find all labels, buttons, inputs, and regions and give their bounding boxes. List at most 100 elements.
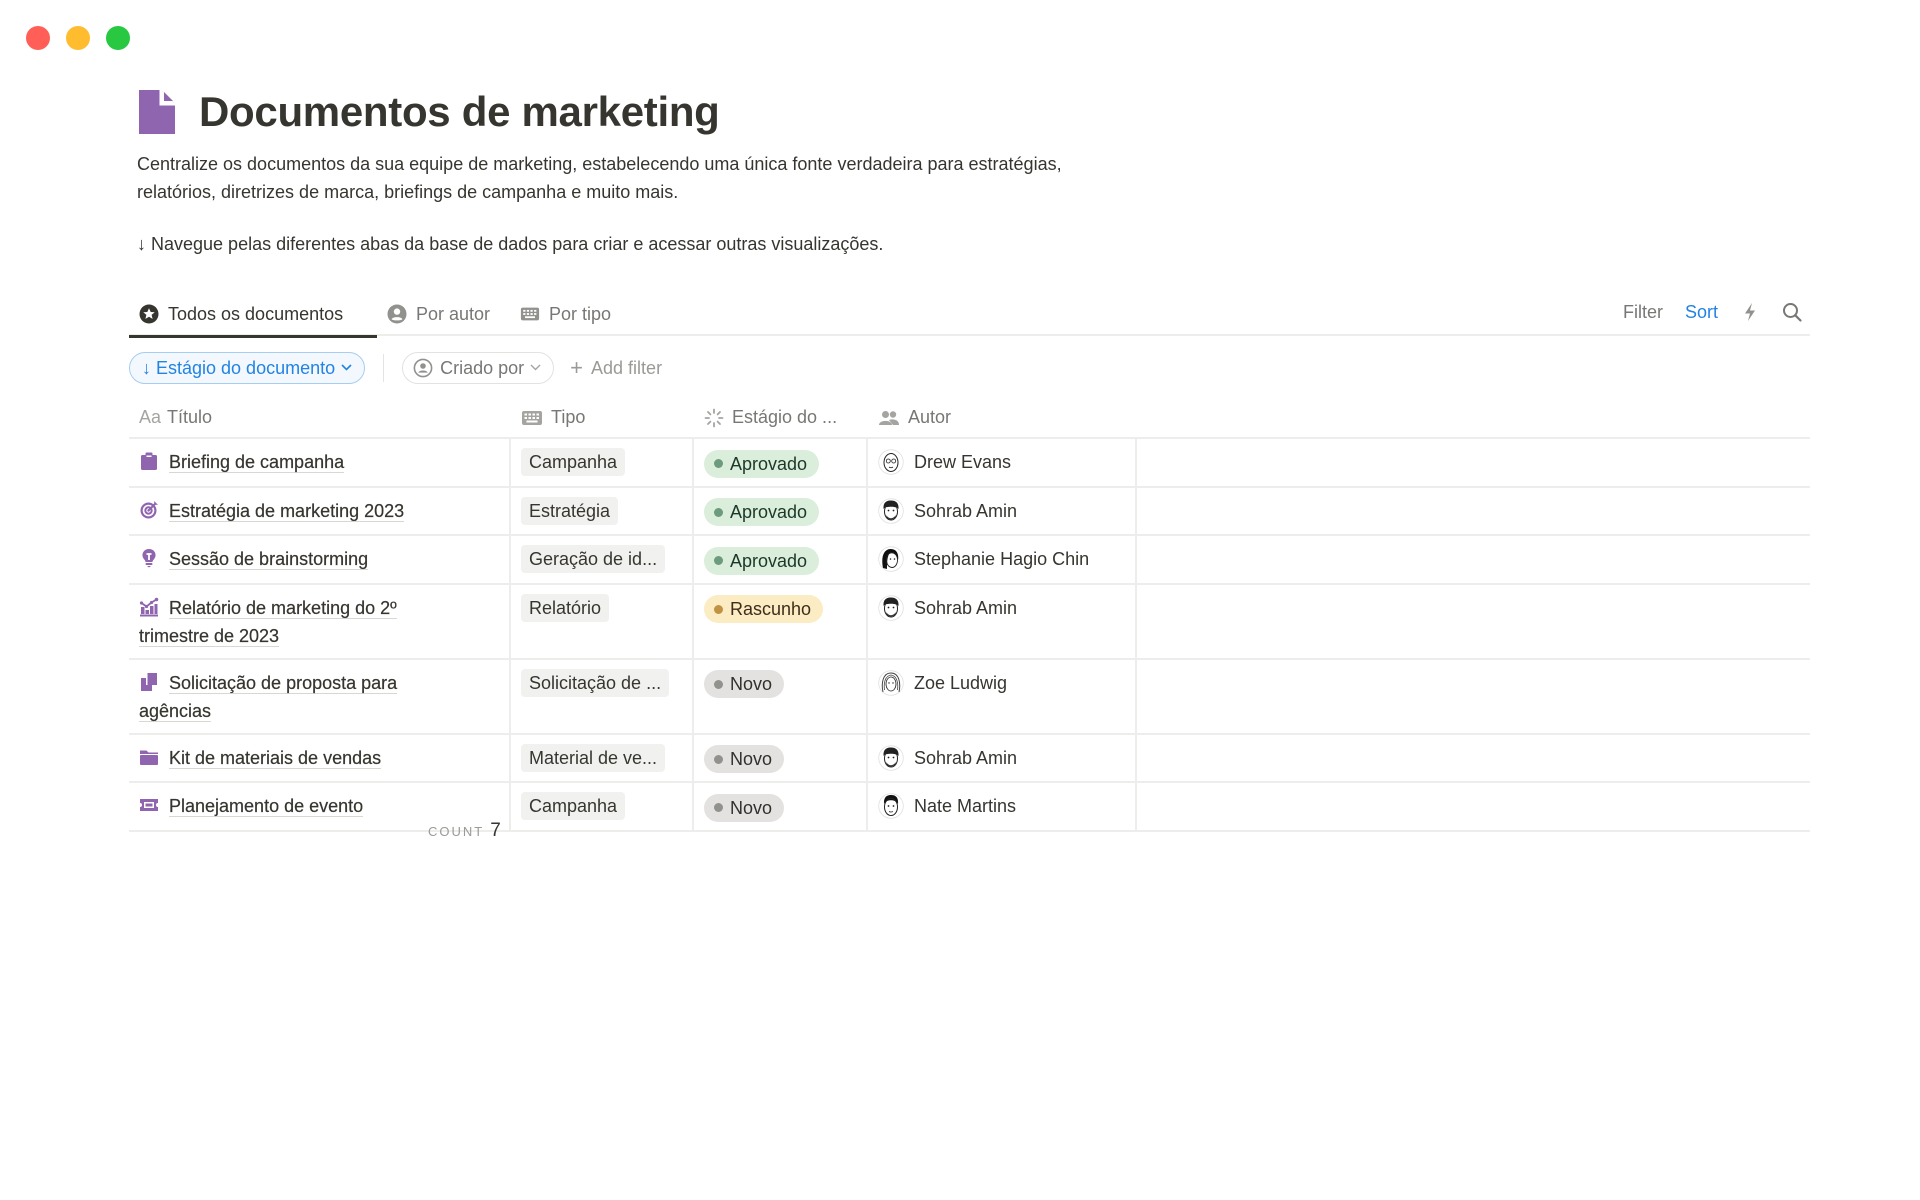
cell-tipo[interactable]: Estratégia	[511, 487, 694, 534]
cell-estagio[interactable]: Aprovado	[694, 536, 868, 583]
table-row[interactable]: Kit de materiais de vendas Material de v…	[129, 734, 1810, 783]
cell-titulo[interactable]: Briefing de campanha	[129, 439, 511, 486]
star-circle-icon	[139, 304, 159, 324]
document-title[interactable]: Solicitação de proposta para agências	[139, 672, 397, 722]
status-badge-novo: Novo	[704, 793, 785, 822]
table-row[interactable]: Solicitação de proposta para agências So…	[129, 659, 1810, 735]
cell-empty	[1137, 735, 1810, 782]
sort-button[interactable]: Sort	[1685, 302, 1718, 323]
cell-autor[interactable]: Zoe Ludwig	[868, 659, 1137, 733]
status-label: Aprovado	[730, 453, 808, 474]
keyboard-icon	[521, 409, 543, 427]
lightning-icon[interactable]	[1740, 302, 1760, 322]
cell-estagio[interactable]: Novo	[694, 783, 868, 830]
window-close-button[interactable]	[26, 26, 50, 50]
status-badge-aprovado: Aprovado	[704, 546, 820, 575]
document-title-text[interactable]: Solicitação de proposta para agências	[139, 672, 397, 722]
cell-autor[interactable]: Sohrab Amin	[868, 734, 1137, 781]
status-badge-aprovado: Aprovado	[704, 498, 820, 526]
document-icon[interactable]	[137, 88, 177, 136]
cell-titulo[interactable]: Kit de materiais de vendas	[129, 734, 511, 781]
document-title-text[interactable]: Relatório de marketing do 2º trimestre d…	[139, 597, 397, 647]
folder-icon	[139, 747, 159, 767]
status-label: Rascunho	[730, 599, 812, 619]
sort-chip-estagio[interactable]: ↓ Estágio do documento	[129, 352, 366, 384]
author: Stephanie Hagio Chin	[878, 545, 1125, 573]
author-name: Zoe Ludwig	[914, 672, 1008, 693]
status-label: Novo	[730, 674, 773, 694]
cell-titulo[interactable]: Sessão de brainstorming	[129, 536, 511, 583]
cell-estagio[interactable]: Novo	[694, 734, 868, 781]
avatar	[878, 546, 904, 572]
clipboard-icon	[139, 451, 159, 471]
window-zoom-button[interactable]	[106, 26, 130, 50]
avatar	[878, 497, 904, 524]
table-row[interactable]: Estratégia de marketing 2023 Estratégia …	[129, 487, 1810, 536]
chart-icon	[139, 597, 159, 617]
document-title-text[interactable]: Kit de materiais de vendas	[169, 747, 381, 769]
chevron-down-icon	[530, 362, 541, 374]
lightbulb-icon	[139, 548, 159, 568]
window-minimize-button[interactable]	[66, 26, 90, 50]
column-header-titulo[interactable]: Aa Título	[129, 398, 511, 437]
filter-chip-criado-por[interactable]: Criado por	[402, 352, 555, 384]
cell-tipo[interactable]: Campanha	[511, 439, 694, 486]
cell-autor[interactable]: Sohrab Amin	[868, 584, 1137, 658]
page-description: Centralize os documentos da sua equipe d…	[137, 150, 1237, 206]
cell-tipo[interactable]: Geração de id...	[511, 536, 694, 583]
cell-titulo[interactable]: Estratégia de marketing 2023	[129, 487, 511, 534]
document-title[interactable]: Sessão de brainstorming	[139, 548, 368, 570]
cell-estagio[interactable]: Aprovado	[694, 439, 868, 486]
cell-autor[interactable]: Nate Martins	[868, 783, 1137, 830]
document-title[interactable]: Relatório de marketing do 2º trimestre d…	[139, 597, 397, 647]
document-title[interactable]: Briefing de campanha	[139, 451, 344, 473]
tab-por-tipo[interactable]: Por tipo	[520, 292, 611, 336]
author: Sohrab Amin	[878, 497, 1125, 525]
cell-autor[interactable]: Sohrab Amin	[868, 487, 1137, 534]
cell-tipo[interactable]: Solicitação de ...	[511, 659, 694, 733]
avatar	[878, 669, 904, 696]
column-header-autor[interactable]: Autor	[868, 398, 1137, 437]
text-type-icon: Aa	[139, 407, 162, 427]
page-title[interactable]: Documentos de marketing	[199, 88, 720, 136]
count-label: COUNT	[428, 824, 485, 839]
document-title[interactable]: Planejamento de evento	[139, 796, 363, 817]
table-row[interactable]: Planejamento de evento Campanha Novo Nat…	[129, 783, 1810, 832]
cell-estagio[interactable]: Novo	[694, 659, 868, 733]
cell-tipo[interactable]: Campanha	[511, 783, 694, 830]
column-label: Título	[167, 407, 213, 427]
cell-estagio[interactable]: Aprovado	[694, 487, 868, 534]
add-filter-button[interactable]: + Add filter	[570, 355, 662, 381]
cell-titulo[interactable]: Solicitação de proposta para agências	[129, 659, 511, 733]
person-circle-outline-icon	[413, 358, 433, 378]
document-title-text[interactable]: Planejamento de evento	[169, 796, 363, 817]
cell-titulo[interactable]: Relatório de marketing do 2º trimestre d…	[129, 584, 511, 658]
cell-autor[interactable]: Stephanie Hagio Chin	[868, 536, 1137, 583]
column-header-tipo[interactable]: Tipo	[511, 398, 694, 437]
table-row[interactable]: Sessão de brainstorming Geração de id...…	[129, 536, 1810, 585]
cell-tipo[interactable]: Relatório	[511, 584, 694, 658]
tab-por-autor[interactable]: Por autor	[387, 292, 490, 336]
cell-autor[interactable]: Drew Evans	[868, 439, 1137, 486]
filter-bar: ↓ Estágio do documento Criado por + Add …	[129, 352, 662, 384]
cell-tipo[interactable]: Material de ve...	[511, 734, 694, 781]
table-count[interactable]: COUNT 7	[428, 820, 501, 842]
column-header-estagio[interactable]: Estágio do ...	[694, 398, 868, 437]
document-title-text[interactable]: Sessão de brainstorming	[169, 549, 368, 570]
cell-estagio[interactable]: Rascunho	[694, 584, 868, 658]
document-title-text[interactable]: Estratégia de marketing 2023	[169, 500, 404, 522]
type-tag: Campanha	[521, 448, 626, 476]
table-row[interactable]: Relatório de marketing do 2º trimestre d…	[129, 584, 1810, 660]
table-row[interactable]: Briefing de campanha Campanha Aprovado D…	[129, 439, 1810, 488]
status-badge-aprovado: Aprovado	[704, 449, 820, 478]
document-title-text[interactable]: Briefing de campanha	[169, 452, 344, 473]
document-title[interactable]: Kit de materiais de vendas	[139, 747, 381, 769]
document-title[interactable]: Estratégia de marketing 2023	[139, 500, 404, 522]
author: Sohrab Amin	[878, 594, 1125, 622]
status-dot	[714, 459, 723, 468]
search-icon[interactable]	[1782, 302, 1802, 322]
cell-empty	[1137, 585, 1810, 658]
tab-todos-os-documentos[interactable]: Todos os documentos	[129, 292, 377, 338]
description-line: relatórios, diretrizes de marca, briefin…	[137, 182, 679, 202]
filter-button[interactable]: Filter	[1623, 302, 1663, 323]
